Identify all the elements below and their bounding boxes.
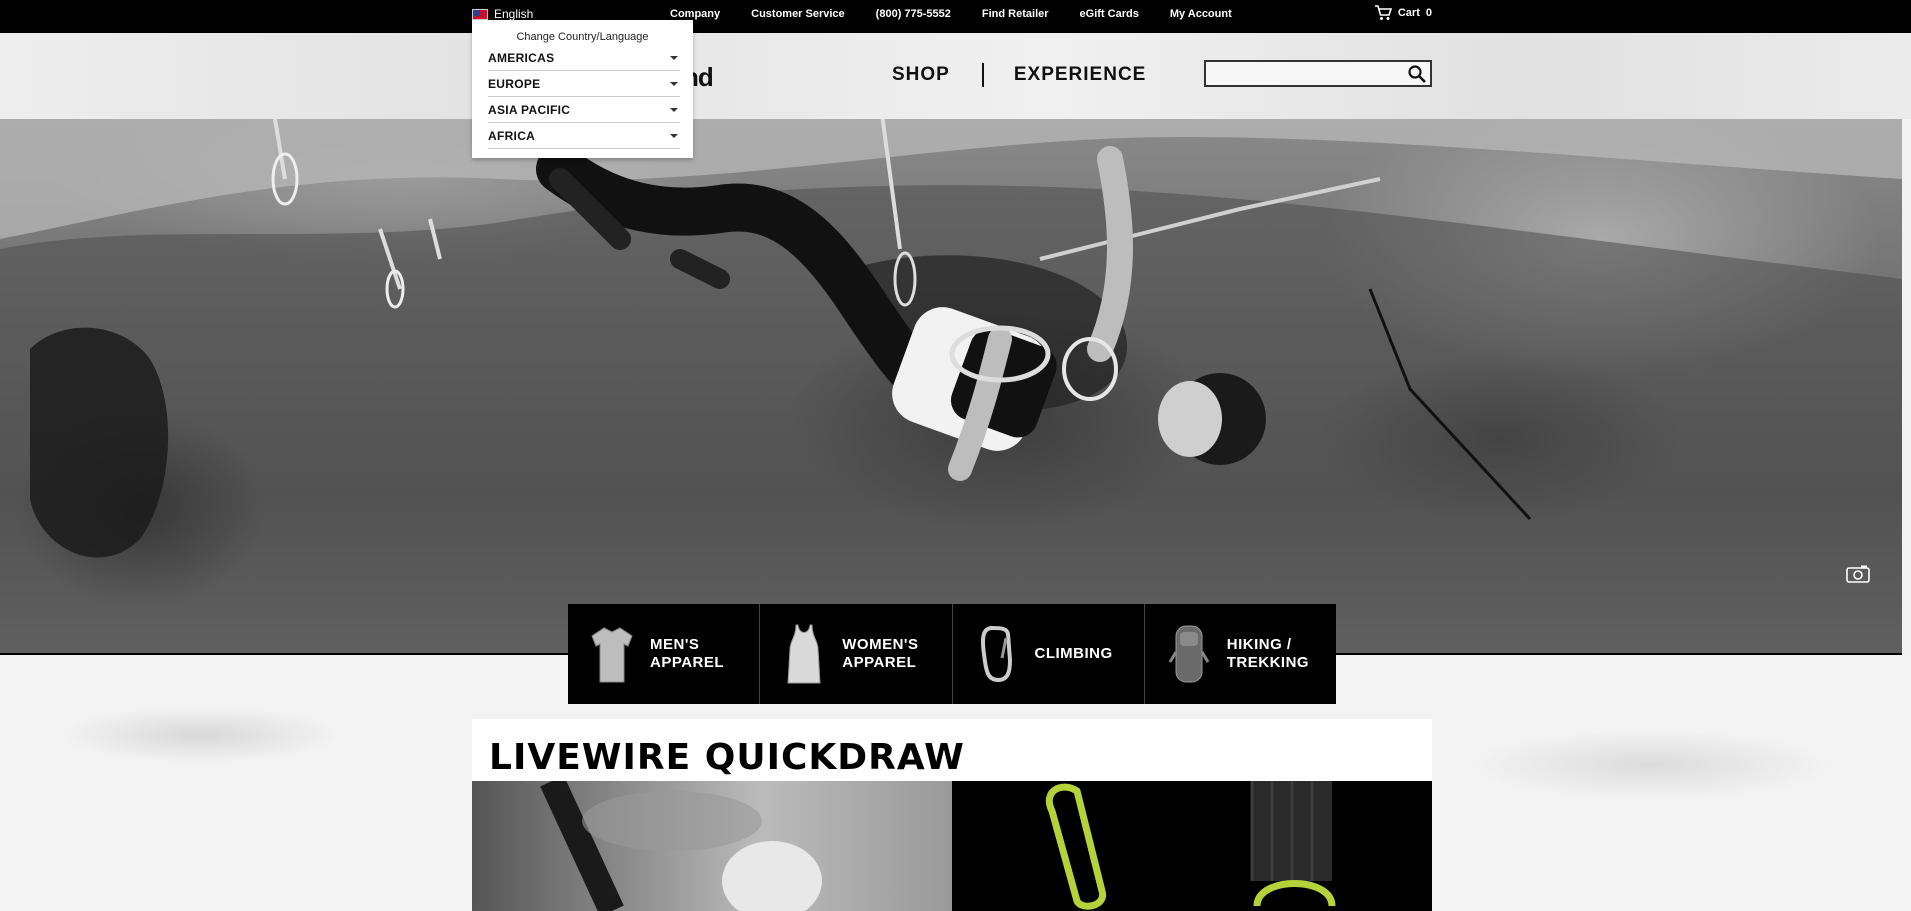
- tile-womens-label-2: APPAREL: [842, 654, 917, 671]
- backpack-icon: [1168, 625, 1210, 683]
- tile-climbing[interactable]: CLIMBING: [953, 604, 1145, 704]
- chevron-down-icon: [670, 134, 678, 138]
- company-link[interactable]: Company: [670, 8, 720, 20]
- camera-icon[interactable]: [1846, 565, 1870, 583]
- customer-service-link[interactable]: Customer Service: [751, 8, 845, 20]
- tile-hiking-trekking[interactable]: HIKING / TREKKING: [1145, 604, 1336, 704]
- carabiner-icon: [980, 625, 1012, 683]
- climber-photo: [0, 119, 1902, 654]
- tile-hiking-label-2: TREKKING: [1226, 654, 1310, 671]
- egift-cards-link[interactable]: eGift Cards: [1080, 8, 1139, 20]
- main-nav: SHOP EXPERIENCE: [892, 63, 1146, 87]
- tank-top-icon: [787, 624, 821, 684]
- tile-mens-label-1: MEN'S: [650, 636, 700, 653]
- region-asia-pacific[interactable]: ASIA PACIFIC: [488, 97, 680, 123]
- search-icon[interactable]: [1407, 64, 1427, 84]
- quickdraw-in-use-photo: [540, 775, 822, 911]
- promo-title: LIVEWIRE QUICKDRAW: [489, 737, 965, 778]
- country-language-dropdown: Change Country/Language AMERICAS EUROPE …: [472, 20, 693, 158]
- search-box: [1204, 60, 1432, 87]
- category-tiles: MEN'S APPAREL WOMEN'S APPAREL CLIMBING HIK…: [568, 604, 1336, 704]
- nav-experience[interactable]: EXPERIENCE: [1014, 64, 1146, 86]
- tile-hiking-label-1: HIKING /: [1226, 636, 1292, 653]
- cart-icon: [1374, 5, 1392, 20]
- search-input[interactable]: [1206, 62, 1402, 85]
- region-americas[interactable]: AMERICAS: [488, 45, 680, 71]
- language-label: English: [494, 7, 534, 21]
- promo-section: LIVEWIRE QUICKDRAW: [472, 719, 1432, 911]
- region-africa[interactable]: AFRICA: [488, 123, 680, 149]
- chevron-down-icon: [670, 82, 678, 86]
- nav-divider: [981, 63, 984, 87]
- region-europe[interactable]: EUROPE: [488, 71, 680, 97]
- nav-shop[interactable]: SHOP: [892, 64, 950, 86]
- tile-womens-apparel[interactable]: WOMEN'S APPAREL: [760, 604, 953, 704]
- find-retailer-link[interactable]: Find Retailer: [982, 8, 1049, 20]
- cart-count: 0: [1425, 7, 1432, 19]
- hero-image: [0, 119, 1902, 654]
- cart-label: Cart: [1397, 7, 1420, 19]
- dropdown-title: Change Country/Language: [516, 31, 649, 43]
- cart-link[interactable]: Cart 0: [1374, 5, 1432, 21]
- promo-image-left[interactable]: [472, 775, 952, 911]
- promo-image-right[interactable]: [952, 781, 1432, 911]
- region-americas-label: AMERICAS: [488, 51, 555, 65]
- language-selector[interactable]: English: [472, 7, 533, 21]
- shirt-icon: [591, 627, 633, 683]
- region-europe-label: EUROPE: [488, 77, 541, 91]
- quickdraw-product-photo: [1046, 781, 1336, 910]
- utility-bar: English Company Customer Service (800) 7…: [0, 0, 1911, 33]
- tile-mens-apparel[interactable]: MEN'S APPAREL: [568, 604, 761, 704]
- tile-mens-label-2: APPAREL: [650, 654, 725, 671]
- utility-links: Company Customer Service (800) 775-5552 …: [670, 8, 1232, 20]
- us-flag-icon: [472, 8, 488, 20]
- tile-climbing-label: CLIMBING: [1034, 645, 1113, 662]
- tile-womens-label-1: WOMEN'S: [842, 636, 919, 653]
- region-asia-pacific-label: ASIA PACIFIC: [488, 103, 571, 117]
- chevron-down-icon: [670, 56, 678, 60]
- region-africa-label: AFRICA: [488, 129, 536, 143]
- phone-link[interactable]: (800) 775-5552: [876, 8, 951, 20]
- chevron-down-icon: [670, 108, 678, 112]
- my-account-link[interactable]: My Account: [1170, 8, 1232, 20]
